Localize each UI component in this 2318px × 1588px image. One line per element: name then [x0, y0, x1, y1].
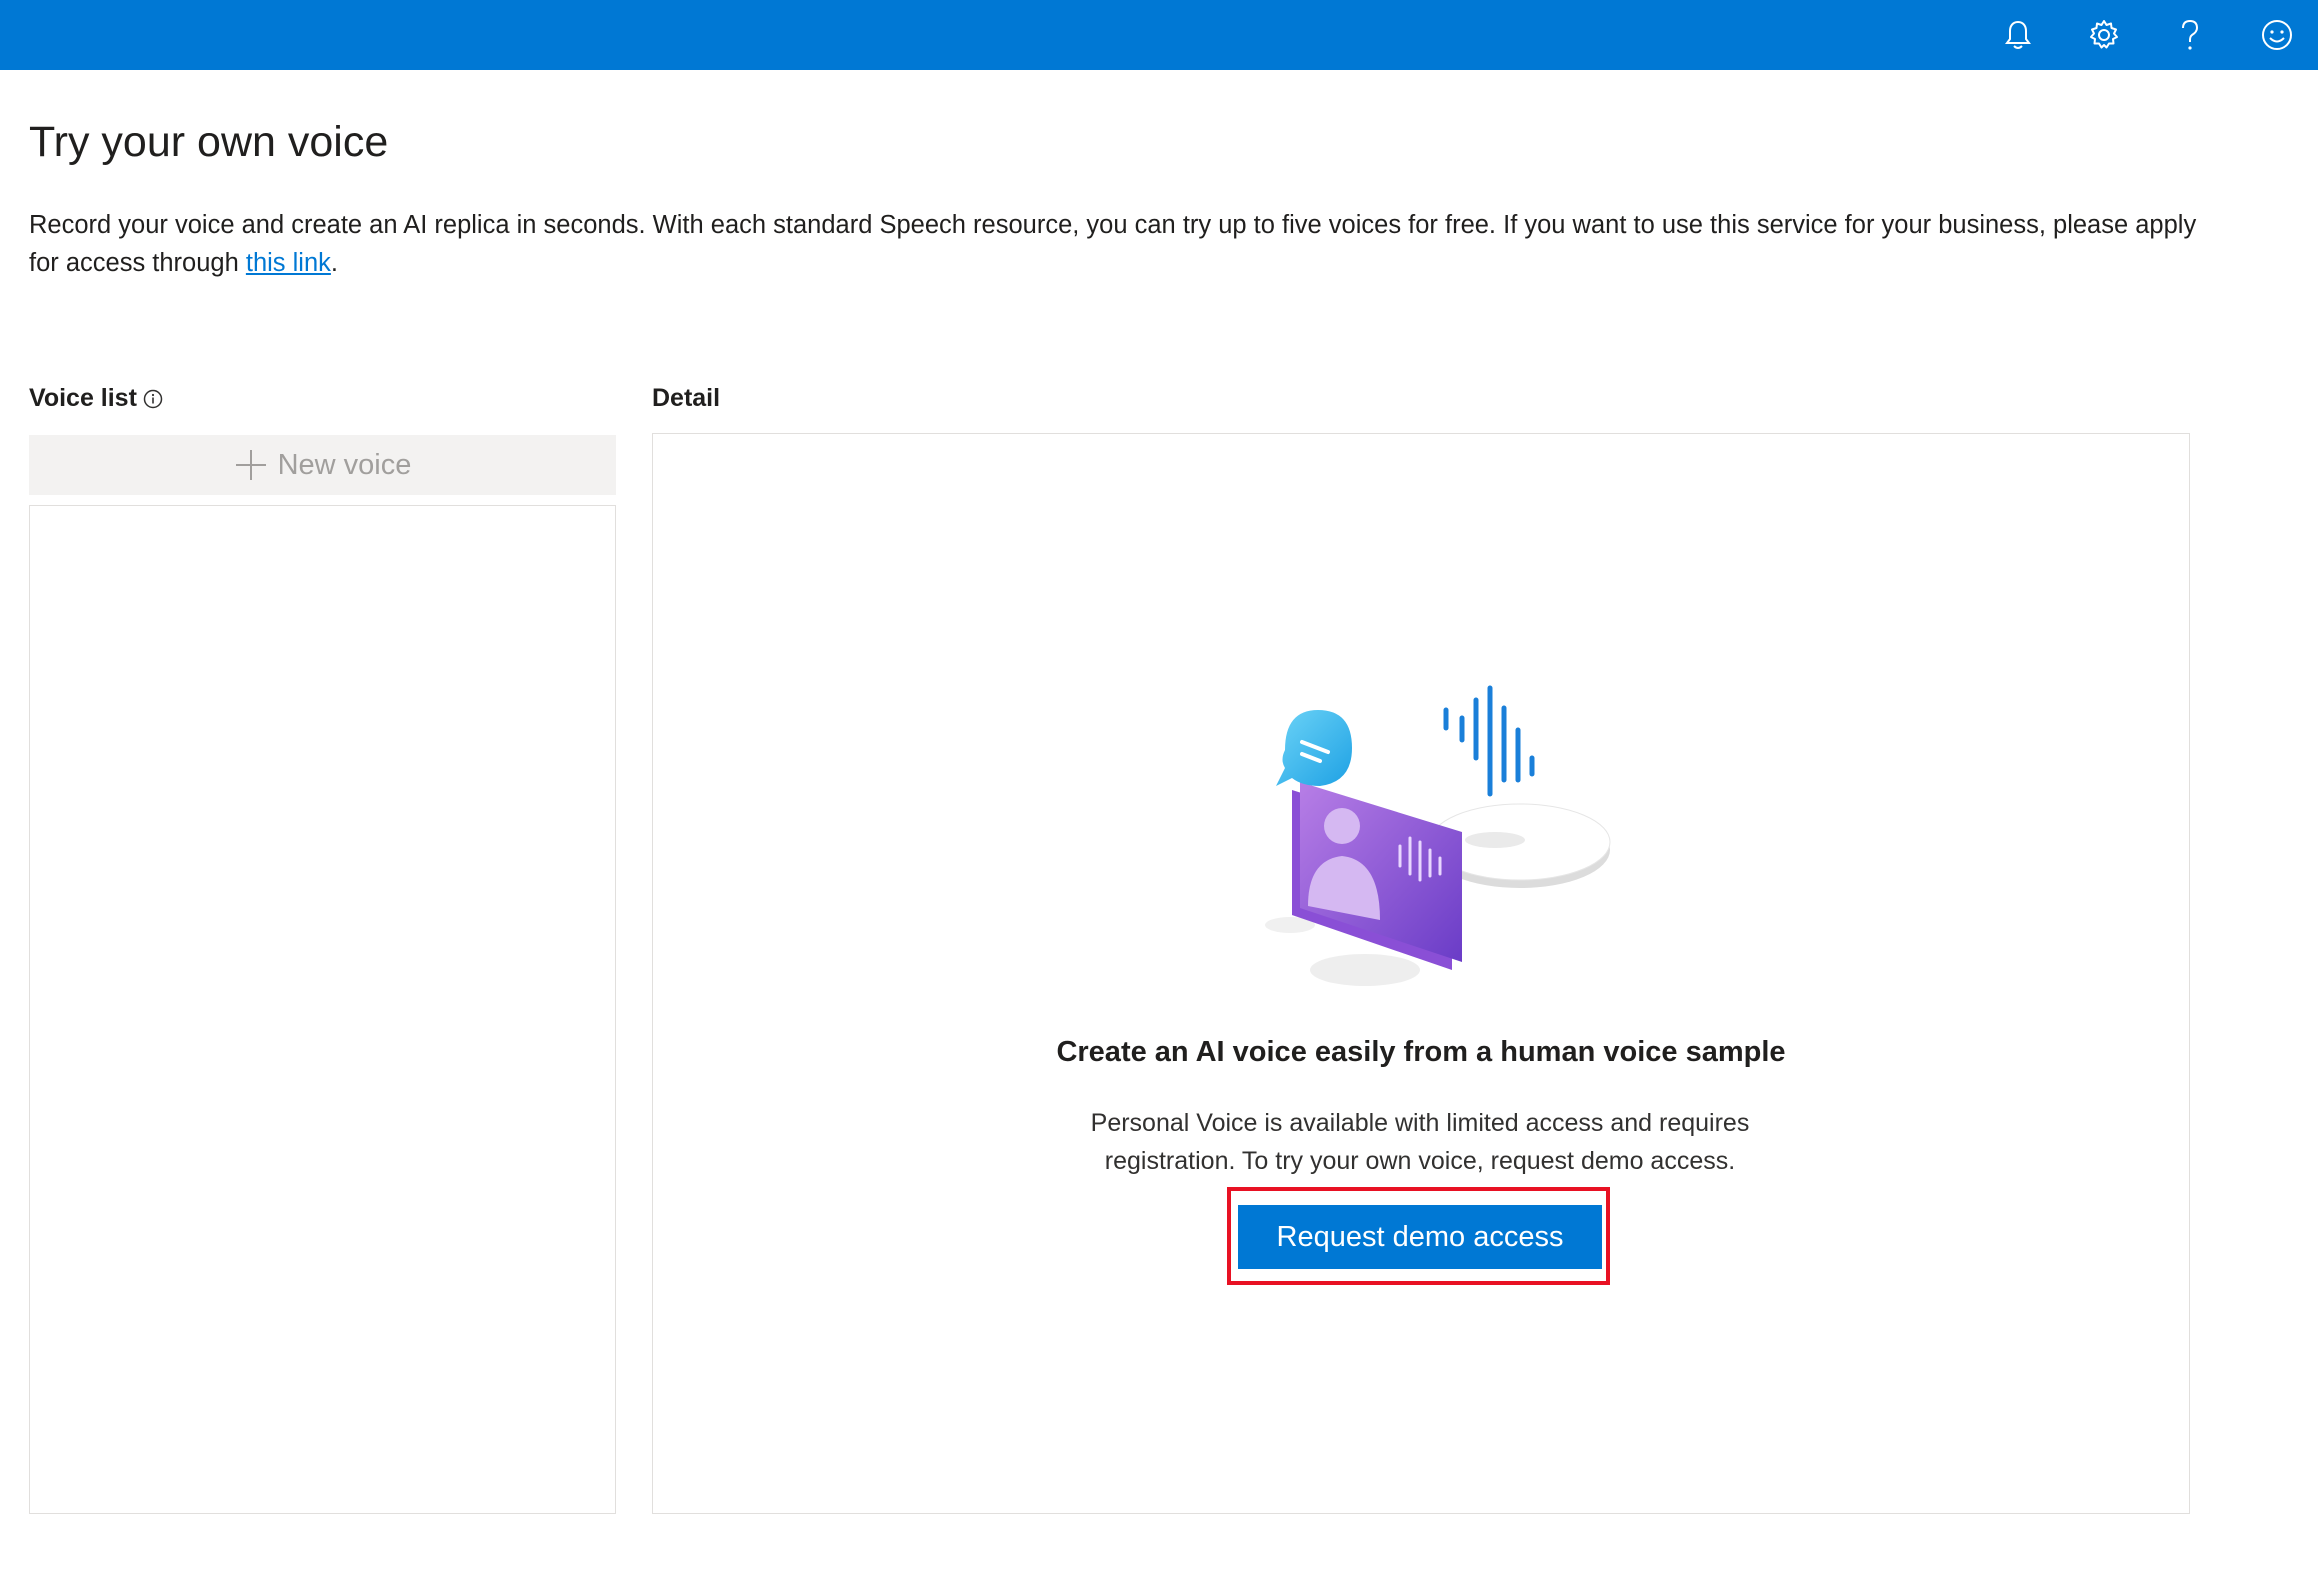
empty-desc-line-2: registration. To try your own voice, req… — [1104, 1147, 1736, 1175]
voice-list-label: Voice list — [29, 384, 163, 413]
intro-end: . — [330, 249, 338, 277]
detail-label: Detail — [652, 384, 720, 413]
plus-icon — [235, 450, 266, 480]
detail-label-text: Detail — [652, 384, 721, 412]
page-title: Try your own voice — [29, 118, 389, 166]
empty-desc-line-1: Personal Voice is available with limited… — [1090, 1109, 1750, 1137]
voice-list-label-text: Voice list — [29, 384, 137, 412]
new-voice-button[interactable]: New voice — [29, 435, 616, 495]
intro-text: Record your voice and create an AI repli… — [29, 206, 2229, 282]
intro-body: Record your voice and create an AI repli… — [29, 211, 2197, 277]
apply-link[interactable]: this link — [246, 249, 331, 277]
empty-state-title: Create an AI voice easily from a human v… — [1056, 1036, 1786, 1068]
new-voice-label: New voice — [277, 448, 412, 481]
request-demo-access-button[interactable]: Request demo access — [1238, 1205, 1602, 1269]
info-icon[interactable] — [143, 389, 163, 409]
smiley-icon[interactable] — [2257, 15, 2297, 55]
voice-illustration — [1265, 685, 1611, 986]
bell-icon[interactable] — [1998, 15, 2038, 55]
help-icon[interactable] — [2170, 15, 2210, 55]
voice-list-panel — [29, 505, 616, 1514]
top-bar — [0, 0, 2318, 70]
gear-icon[interactable] — [2084, 15, 2124, 55]
empty-state-description: Personal Voice is available with limited… — [1050, 1104, 1790, 1180]
